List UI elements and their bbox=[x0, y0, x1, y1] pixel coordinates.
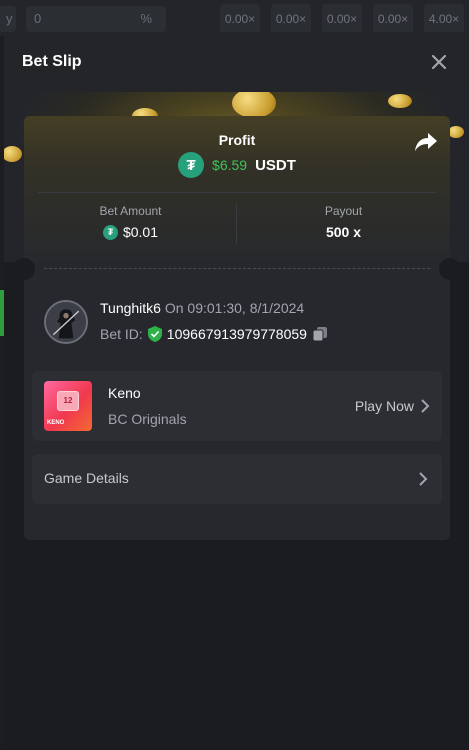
play-now-label: Play Now bbox=[354, 398, 414, 414]
modal-title: Bet Slip bbox=[22, 53, 82, 70]
profit-amount: $6.59 bbox=[212, 157, 248, 173]
background-multiplier: 0.00× bbox=[322, 4, 362, 34]
background-input: 0 % bbox=[26, 6, 166, 32]
bet-amount-column: Bet Amount ₮ $0.01 bbox=[24, 204, 237, 240]
share-button[interactable] bbox=[414, 132, 438, 152]
modal-header: Bet Slip bbox=[4, 32, 469, 92]
bet-id-line: Bet ID: 109667913979778059 bbox=[100, 326, 328, 342]
close-icon bbox=[431, 54, 447, 70]
divider bbox=[38, 192, 436, 193]
game-details-label: Game Details bbox=[44, 470, 129, 486]
share-icon bbox=[415, 133, 437, 151]
game-details-row[interactable]: Game Details bbox=[32, 454, 442, 504]
background-input-value: 0 bbox=[34, 11, 42, 26]
shield-check-icon bbox=[147, 326, 162, 342]
profit-section: Profit ₮ $6.59 USDT Bet Amount ₮ $0.01 P… bbox=[24, 116, 450, 268]
keno-thumbnail: 12 KENO bbox=[44, 381, 92, 431]
chevron-right-icon bbox=[421, 399, 430, 413]
avatar-image bbox=[46, 302, 86, 342]
background-field: y bbox=[0, 6, 16, 32]
user-info: Tunghitk6 On 09:01:30, 8/1/2024 Bet ID: … bbox=[44, 300, 430, 350]
payout-label: Payout bbox=[324, 204, 363, 218]
tether-icon: ₮ bbox=[178, 152, 205, 178]
tether-icon: ₮ bbox=[102, 224, 118, 240]
bet-timestamp: On 09:01:30, 8/1/2024 bbox=[164, 300, 305, 316]
payout-column: Payout 500 x bbox=[237, 204, 450, 240]
coin-decoration bbox=[4, 146, 22, 162]
chevron-right-icon bbox=[419, 472, 428, 486]
user-line: Tunghitk6 On 09:01:30, 8/1/2024 bbox=[100, 300, 304, 316]
coin-decoration bbox=[388, 94, 412, 108]
bet-id-label: Bet ID: bbox=[100, 326, 143, 342]
dashed-separator bbox=[44, 268, 430, 269]
keno-tile: 12 bbox=[57, 391, 79, 411]
profit-row: ₮ $6.59 USDT bbox=[24, 152, 450, 178]
bet-id-value: 109667913979778059 bbox=[166, 326, 307, 342]
bet-amount-label: Bet Amount bbox=[99, 204, 162, 218]
bet-amount-value-row: ₮ $0.01 bbox=[24, 224, 237, 240]
profit-currency: USDT bbox=[255, 156, 296, 174]
background-multiplier: 0.00× bbox=[271, 4, 311, 34]
username[interactable]: Tunghitk6 bbox=[100, 300, 161, 316]
ticket-notch bbox=[439, 258, 461, 280]
coin-decoration bbox=[448, 126, 464, 138]
copy-icon[interactable] bbox=[312, 326, 328, 342]
bet-amount-value: $0.01 bbox=[122, 224, 159, 240]
avatar[interactable] bbox=[44, 300, 88, 344]
ticket-notch bbox=[13, 258, 35, 280]
close-button[interactable] bbox=[427, 50, 451, 74]
play-now-button[interactable]: Play Now bbox=[355, 398, 430, 414]
keno-thumbnail-label: KENO bbox=[47, 420, 65, 426]
game-provider: BC Originals bbox=[108, 411, 187, 427]
background-multiplier: 0.00× bbox=[373, 4, 413, 34]
coin-decoration bbox=[232, 92, 276, 118]
game-card[interactable]: 12 KENO Keno BC Originals Play Now bbox=[32, 371, 442, 441]
background-input-unit: % bbox=[140, 11, 152, 26]
background-multiplier: 4.00× bbox=[424, 4, 464, 34]
game-name: Keno bbox=[108, 385, 141, 401]
bet-slip-modal: Bet Slip Profit ₮ $6.59 USDT Bet Amount … bbox=[4, 32, 469, 750]
bet-card: Profit ₮ $6.59 USDT Bet Amount ₮ $0.01 P… bbox=[13, 116, 461, 540]
payout-value: 500 x bbox=[325, 224, 362, 240]
profit-label: Profit bbox=[218, 132, 256, 148]
background-multiplier: 0.00× bbox=[220, 4, 260, 34]
